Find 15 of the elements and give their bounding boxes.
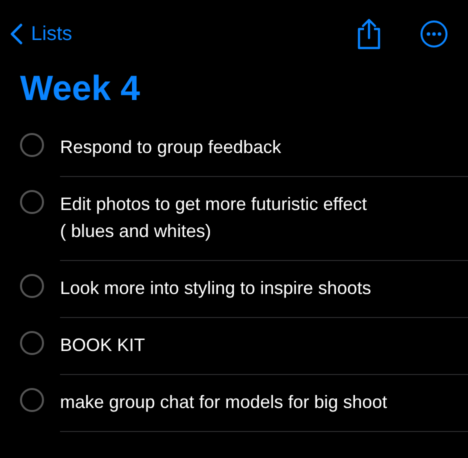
reminder-text: Edit photos to get more futuristic effect ( blues and whites) [60, 193, 367, 243]
checkbox[interactable] [20, 133, 44, 157]
checkbox[interactable] [20, 388, 44, 412]
list-title: Week 4 [20, 68, 141, 110]
reminder-text: BOOK KIT [60, 334, 146, 357]
back-button[interactable]: Lists [10, 22, 72, 46]
checkbox[interactable] [20, 331, 44, 355]
share-icon[interactable] [356, 18, 382, 50]
more-icon[interactable] [420, 20, 448, 48]
reminder-text: Look more into styling to inspire shoots [60, 277, 372, 300]
checkbox[interactable] [20, 274, 44, 298]
chevron-left-icon [10, 23, 23, 45]
checkbox[interactable] [20, 190, 44, 214]
reminder-text: make group chat for models for big shoot [60, 391, 388, 414]
reminder-text: Respond to group feedback [60, 136, 282, 159]
